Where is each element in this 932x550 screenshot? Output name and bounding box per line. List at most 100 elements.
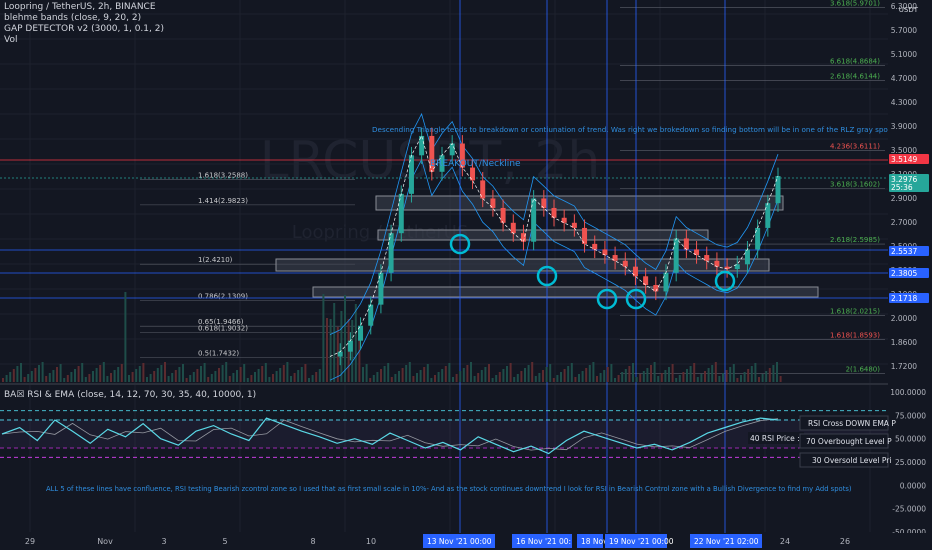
price-axis-tick: 3.5000 [891, 146, 917, 155]
indicator-volume[interactable]: Vol [4, 35, 164, 46]
volume-bar [430, 378, 433, 382]
candle-body [663, 272, 669, 292]
volume-bar [128, 375, 130, 382]
volume-bar [214, 371, 217, 382]
volume-bar [207, 377, 210, 382]
candle-body [622, 260, 628, 267]
volume-bar [434, 375, 436, 382]
volume-bar [459, 371, 462, 382]
volume-bar [70, 372, 73, 382]
volume-bar [743, 372, 746, 382]
volume-bar [300, 367, 303, 382]
chart-title[interactable]: Loopring / TetherUS, 2h, BINANCE [4, 2, 164, 13]
price-badge-label: 25:36 [891, 183, 913, 192]
time-badge-label: 16 Nov '21 00: [516, 537, 571, 546]
volume-bar [754, 363, 757, 382]
volume-bar [5, 375, 8, 382]
trading-chart[interactable]: LRCUSDT, 2hLoopring / TetherUS3.618(5.97… [0, 0, 932, 550]
volume-bar [470, 362, 472, 382]
annotation-top-note: Descending Triangle tends to breakdown o… [372, 125, 895, 134]
price-axis-tick: 5.7000 [891, 26, 917, 35]
volume-bar [657, 376, 660, 382]
rsi-panel-title[interactable]: BA☒ RSI & EMA (close, 14, 12, 70, 30, 35… [4, 390, 256, 400]
candle-body [765, 203, 771, 228]
volume-bar [718, 376, 721, 382]
volume-bar [380, 369, 382, 382]
volume-bar [401, 368, 404, 382]
volume-bar [225, 362, 228, 382]
volume-bar [560, 372, 562, 382]
volume-bar [563, 369, 566, 382]
volume-bar [221, 365, 224, 382]
volume-bar [714, 362, 717, 382]
volume-bar [2, 378, 4, 382]
volume-bar [527, 365, 530, 382]
volume-bar [297, 370, 300, 382]
volume-bar [290, 376, 292, 382]
volume-bar [419, 370, 422, 382]
volume-bar [185, 378, 188, 382]
volume-bar [398, 371, 400, 382]
volume-bar [606, 367, 609, 382]
price-badge-label: 2.1718 [891, 294, 917, 303]
volume-bar [149, 374, 152, 382]
volume-bar [686, 369, 688, 382]
volume-bar [322, 294, 325, 382]
volume-bar [200, 366, 202, 382]
volume-bar [311, 375, 314, 382]
price-axis-tick: 4.3000 [891, 98, 917, 107]
time-axis-tick: 24 [780, 537, 790, 546]
volume-bar [466, 365, 469, 382]
price-axis-tick: 1.8600 [891, 338, 917, 347]
candle-body [653, 285, 659, 292]
chart-stage[interactable]: LRCUSDT, 2hLoopring / TetherUS3.618(5.97… [0, 0, 932, 550]
fib-label: 3.618(5.9701) [830, 0, 880, 7]
volume-bar [268, 377, 271, 382]
volume-bar [56, 367, 58, 382]
volume-bar [639, 374, 642, 382]
volume-bar [264, 363, 267, 382]
indicator-bands[interactable]: blehme bands (close, 9, 20, 2) [4, 13, 164, 24]
volume-bar [534, 376, 537, 382]
volume-bar [340, 311, 343, 382]
volume-bar [236, 370, 238, 382]
volume-bar [239, 367, 242, 382]
fib-label: 1.618(2.0215) [830, 307, 880, 315]
currency-badge: USDT [899, 6, 919, 14]
volume-bar [660, 373, 663, 382]
volume-bar [585, 368, 588, 382]
volume-bar [628, 366, 631, 382]
volume-bar [102, 362, 105, 382]
volume-bar [693, 363, 696, 382]
volume-bar [164, 362, 166, 382]
volume-bar [110, 373, 112, 382]
time-axis-tick: 5 [222, 537, 227, 546]
volume-bar [675, 378, 678, 382]
volume-bar [376, 372, 379, 382]
time-axis-tick: 29 [25, 537, 35, 546]
volume-bar [462, 368, 465, 382]
volume-bar [682, 372, 685, 382]
volume-bar [63, 378, 66, 382]
volume-bar [196, 369, 199, 382]
indicator-gap-detector[interactable]: GAP DETECTOR v2 (3000, 1, 0.1, 2) [4, 24, 164, 35]
candle-body [744, 249, 750, 265]
price-axis-tick: 3.9000 [891, 122, 917, 131]
rsi-axis-tick: -25.0000 [892, 505, 926, 514]
volume-bar [182, 364, 184, 382]
rsi-tooltip: 30 Oversold Level Pri [812, 456, 891, 465]
fib-label: 2.618(4.6144) [830, 73, 880, 81]
volume-bar [45, 376, 48, 382]
volume-bar [171, 373, 174, 382]
time-badge-label: 22 Nov '21 02:00 [694, 537, 759, 546]
volume-bar [308, 378, 310, 382]
candle-body [571, 222, 577, 228]
volume-bar [390, 377, 393, 382]
candle-body [683, 238, 689, 250]
volume-bar [275, 371, 278, 382]
volume-bar [315, 372, 318, 382]
volume-bar [326, 318, 328, 382]
volume-bar [707, 368, 710, 382]
volume-bar [286, 362, 289, 382]
fib-label: 1.618(1.8593) [830, 331, 880, 339]
